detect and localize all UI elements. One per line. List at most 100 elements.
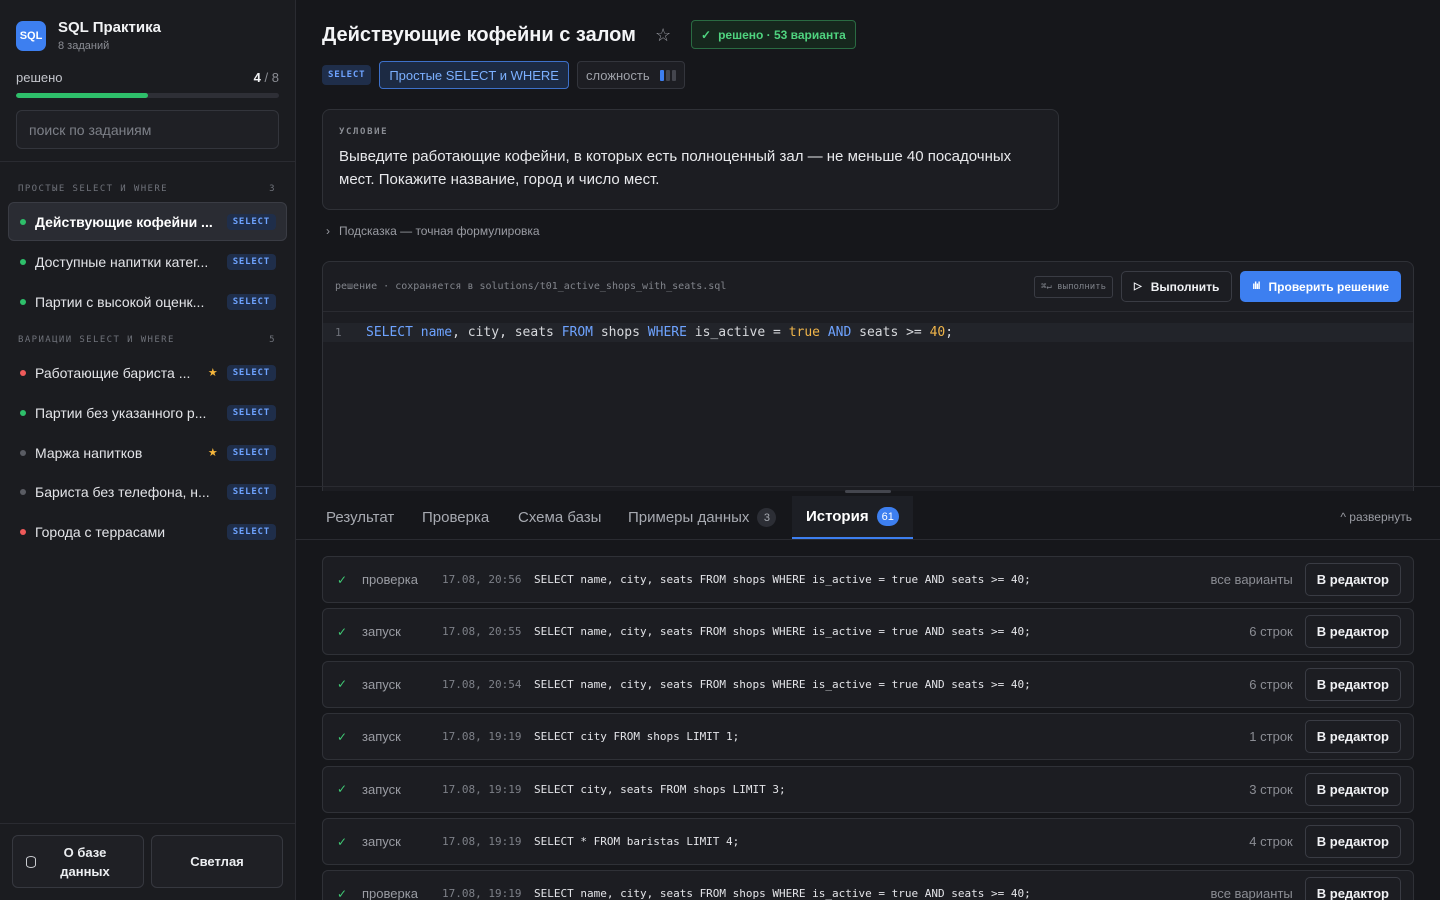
run-button[interactable]: ▷ Выполнить — [1121, 271, 1233, 302]
status-dot — [20, 258, 26, 265]
sidebar-task-item[interactable]: Доступные напитки катег... SELECT — [8, 242, 287, 281]
code-token: , city, seats — [452, 325, 562, 340]
code-token: AND — [820, 325, 852, 340]
theme-toggle-button[interactable]: Светлая — [151, 835, 283, 888]
history-sql: SELECT name, city, seats FROM shops WHER… — [534, 625, 1031, 639]
code-token: name — [412, 325, 453, 340]
check-icon: ✓ — [701, 27, 712, 42]
sidebar-task-item[interactable]: Партии с высокой оценк... SELECT — [8, 282, 287, 321]
task-label: Работающие бариста ... — [35, 364, 191, 381]
condition-text: Выведите работающие кофейни, в которых е… — [339, 148, 1012, 188]
select-badge: SELECT — [226, 293, 276, 310]
difficulty-bars — [659, 69, 676, 81]
history-type: проверка — [362, 886, 418, 900]
history-time: 17.08, 20:56 — [442, 573, 522, 586]
check-icon: ✓ — [337, 886, 348, 900]
history-sql: SELECT name, city, seats FROM shops WHER… — [534, 677, 1031, 691]
divider — [0, 823, 295, 824]
topic-tag[interactable]: Простые SELECT и WHERE — [379, 61, 569, 89]
history-type: запуск — [362, 624, 401, 640]
count-badge: 3 — [757, 508, 777, 527]
history-row: ✓ запуск 17.08, 20:55 SELECT name, city, se… — [322, 608, 1414, 656]
sidebar-task-item[interactable]: Бариста без телефона, н... SELECT — [8, 472, 287, 511]
task-count: 8 заданий — [58, 40, 110, 52]
sidebar-task-item[interactable]: Маржа напитков ★ SELECT — [8, 433, 287, 472]
sidebar: SQL SQL Практика 8 заданий решено 4 / 8 … — [0, 0, 296, 900]
result-tabs: Результат Проверка Схема базы Примеры да… — [296, 496, 1440, 540]
database-icon — [26, 856, 36, 868]
task-label: Города с террасами — [35, 523, 166, 540]
open-in-editor-button[interactable]: В редактор — [1304, 720, 1401, 754]
sidebar-task-item[interactable]: Работающие бариста ... ★ SELECT — [8, 353, 287, 392]
progress-count: 4 / 8 — [253, 70, 279, 85]
divider — [0, 161, 295, 162]
history-time: 17.08, 19:19 — [442, 835, 522, 848]
tab-check[interactable]: Проверка — [422, 496, 489, 539]
status-dot — [20, 409, 26, 416]
star-icon: ★ — [207, 447, 218, 459]
task-label: Партии с высокой оценк... — [35, 293, 205, 310]
history-meta: 1 строк — [1249, 729, 1293, 745]
expand-button[interactable]: ^ развернуть — [1340, 510, 1412, 524]
divider — [296, 486, 1440, 487]
tag-row: SELECT Простые SELECT и WHERE сложность — [322, 61, 685, 89]
progress-label: решено — [16, 70, 63, 85]
open-in-editor-button[interactable]: В редактор — [1304, 772, 1401, 806]
code-text[interactable]: SELECT name, city, seats FROM shops WHER… — [366, 325, 953, 340]
code-token: shops — [593, 325, 648, 340]
open-in-editor-button[interactable]: В редактор — [1304, 615, 1401, 649]
tab-history[interactable]: История 61 — [792, 496, 913, 539]
select-badge: SELECT — [226, 523, 276, 540]
group-header-variations: ВАРИАЦИИ SELECT И WHERE 5 — [18, 335, 276, 345]
page-title: Действующие кофейни с залом — [322, 24, 636, 46]
difficulty-bar — [671, 69, 676, 81]
editor-header: решение · сохраняется в solutions/t01_ac… — [323, 262, 1413, 312]
resize-handle[interactable] — [845, 490, 891, 493]
tab-samples[interactable]: Примеры данных 3 — [628, 496, 777, 539]
status-dot — [20, 488, 26, 495]
sidebar-task-item[interactable]: Действующие кофейни ... SELECT — [8, 202, 287, 241]
history-time: 17.08, 19:19 — [442, 782, 522, 796]
status-dot — [20, 218, 26, 225]
check-icon: ✓ — [337, 572, 348, 587]
select-badge: SELECT — [226, 444, 276, 461]
status-dot — [20, 449, 26, 456]
condition-title: УСЛОВИЕ — [339, 127, 389, 137]
history-type: запуск — [362, 834, 401, 849]
history-sql: SELECT name, city, seats FROM shops WHER… — [534, 573, 1031, 586]
tab-schema[interactable]: Схема базы — [518, 496, 601, 539]
code-line[interactable]: 1 SELECT name, city, seats FROM shops WH… — [323, 323, 1413, 342]
star-icon[interactable]: ☆ — [655, 25, 671, 46]
check-solution-button[interactable]: ılıl Проверить решение — [1240, 271, 1401, 302]
open-in-editor-button[interactable]: В редактор — [1304, 825, 1401, 858]
code-token: WHERE — [647, 325, 687, 340]
app-logo: SQL — [16, 20, 46, 51]
history-type: запуск — [362, 676, 401, 692]
difficulty-tag: сложность — [576, 61, 685, 89]
code-token: 40 — [929, 325, 946, 340]
code-token: SELECT — [366, 325, 413, 340]
history-row: ✓ проверка 17.08, 19:19 SELECT name, city, … — [322, 870, 1414, 900]
open-in-editor-button[interactable]: В редактор — [1304, 877, 1401, 900]
search-input[interactable] — [16, 110, 279, 149]
progress-bar — [16, 93, 279, 98]
history-time: 17.08, 19:19 — [442, 730, 522, 744]
select-badge: SELECT — [226, 364, 276, 381]
open-in-editor-button[interactable]: В редактор — [1304, 563, 1401, 596]
line-number: 1 — [335, 326, 342, 339]
history-row: ✓ запуск 17.08, 19:19 SELECT * FROM barista… — [322, 818, 1414, 865]
solved-badge: ✓ решено · 53 варианта — [691, 20, 856, 49]
difficulty-bar — [665, 69, 670, 81]
about-db-button[interactable]: О базе данных — [12, 835, 144, 888]
star-icon: ★ — [207, 367, 218, 379]
history-type: запуск — [362, 781, 401, 797]
history-sql: SELECT city FROM shops LIMIT 1; — [534, 730, 740, 744]
select-badge: SELECT — [226, 404, 276, 421]
sidebar-task-item[interactable]: Города с террасами SELECT — [8, 512, 287, 551]
tab-result[interactable]: Результат — [326, 496, 394, 539]
open-in-editor-button[interactable]: В редактор — [1304, 667, 1401, 701]
brand: SQL SQL Практика 8 заданий — [16, 19, 161, 52]
sidebar-task-item[interactable]: Партии без указанного р... SELECT — [8, 393, 287, 432]
history-meta: все варианты — [1210, 572, 1293, 587]
hint-toggle[interactable]: › Подсказка — точная формулировка — [326, 224, 540, 238]
